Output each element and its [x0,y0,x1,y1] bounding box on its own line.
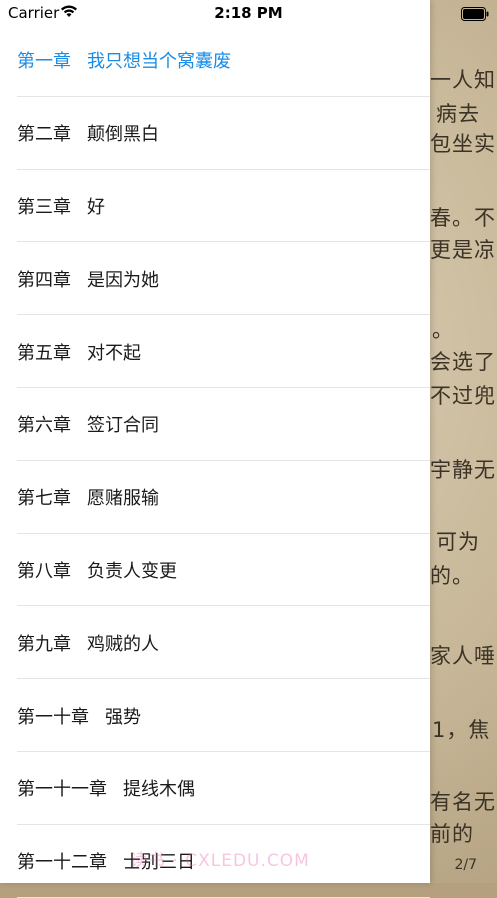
reader-text-line: 不过兜 [430,384,496,408]
chapter-list: 第一章 我只想当个窝囊废 第二章 颠倒黑白 第三章好第四章 是因为她 第五章 对不起 第六章 签订… [0,24,430,898]
chapter-title: 颠倒黑白 [87,124,159,146]
chapter-item[interactable]: 第五章 对不起 [0,315,430,388]
chapter-number: 第一十章 [17,706,89,728]
chapter-title: 签订合同 [87,415,159,437]
chapter-title: 提线木偶 [123,779,195,801]
chapter-title: 好 [87,196,105,218]
reader-text-line: 。 [432,318,454,342]
chapter-number: 第五章 [17,342,71,364]
status-bar: Carrier 2:18 PM [0,0,497,26]
reader-text-line: 春。不 [430,206,496,230]
reader-text-line: 包坐实 [430,132,496,156]
reader-text-line: 一人知 [430,68,496,92]
reader-text-line: 可为 [436,530,480,554]
clock: 2:18 PM [214,4,283,22]
reader-text-line: 家人唾 [430,644,496,668]
reader-text-line: 会选了 [430,350,496,374]
chapter-item[interactable]: 第二章 颠倒黑白 [0,97,430,170]
chapter-number: 第四章 [17,269,71,291]
battery-icon [461,6,489,25]
chapter-number: 第二章 [17,124,71,146]
reader-text-line: 病去 [436,102,480,126]
chapter-number: 第一十二章 [17,852,107,874]
chapter-item[interactable]: 第七章 愿赌服输 [0,461,430,534]
reader-text-line: 前的 [430,822,474,846]
reader-text-line: 宇静无 [430,458,496,482]
chapter-item[interactable]: 第九章 鸡贼的人 [0,606,430,679]
chapter-number: 第三章 [17,196,71,218]
chapter-number: 第九章 [17,633,71,655]
chapter-number: 第八章 [17,560,71,582]
chapter-title: 愿赌服输 [87,488,159,510]
chapter-item[interactable]: 第一章 我只想当个窝囊废 [0,24,430,97]
chapter-title: 负责人变更 [87,560,177,582]
chapter-number: 第一十一章 [17,779,107,801]
reader-text-line: 的。 [430,564,474,588]
chapter-item[interactable]: 第三章好 [0,170,430,243]
reader-text-line: 更是凉 [430,238,496,262]
chapter-title: 对不起 [87,342,141,364]
page-indicator: 2/7 [454,857,477,873]
watermark: 读书 · CXLEDU.COM [130,851,310,871]
reader-text-line: 1，焦 [432,718,491,742]
chapter-drawer: 第一章 我只想当个窝囊废 第二章 颠倒黑白 第三章好第四章 是因为她 第五章 对不起 第六章 签订… [0,0,430,898]
chapter-title: 强势 [105,706,141,728]
chapter-title: 是因为她 [87,269,159,291]
chapter-item[interactable]: 第一十一章 提线木偶 [0,752,430,825]
chapter-number: 第一章 [17,51,71,73]
reader-text-line: 有名无 [430,790,496,814]
chapter-item[interactable]: 第六章 签订合同 [0,388,430,461]
chapter-item[interactable]: 第四章 是因为她 [0,242,430,315]
chapter-number: 第七章 [17,488,71,510]
chapter-item[interactable]: 第一十章 强势 [0,679,430,752]
chapter-title: 鸡贼的人 [87,633,159,655]
chapter-number: 第六章 [17,415,71,437]
chapter-item[interactable]: 第八章 负责人变更 [0,534,430,607]
chapter-title: 我只想当个窝囊废 [87,51,231,73]
